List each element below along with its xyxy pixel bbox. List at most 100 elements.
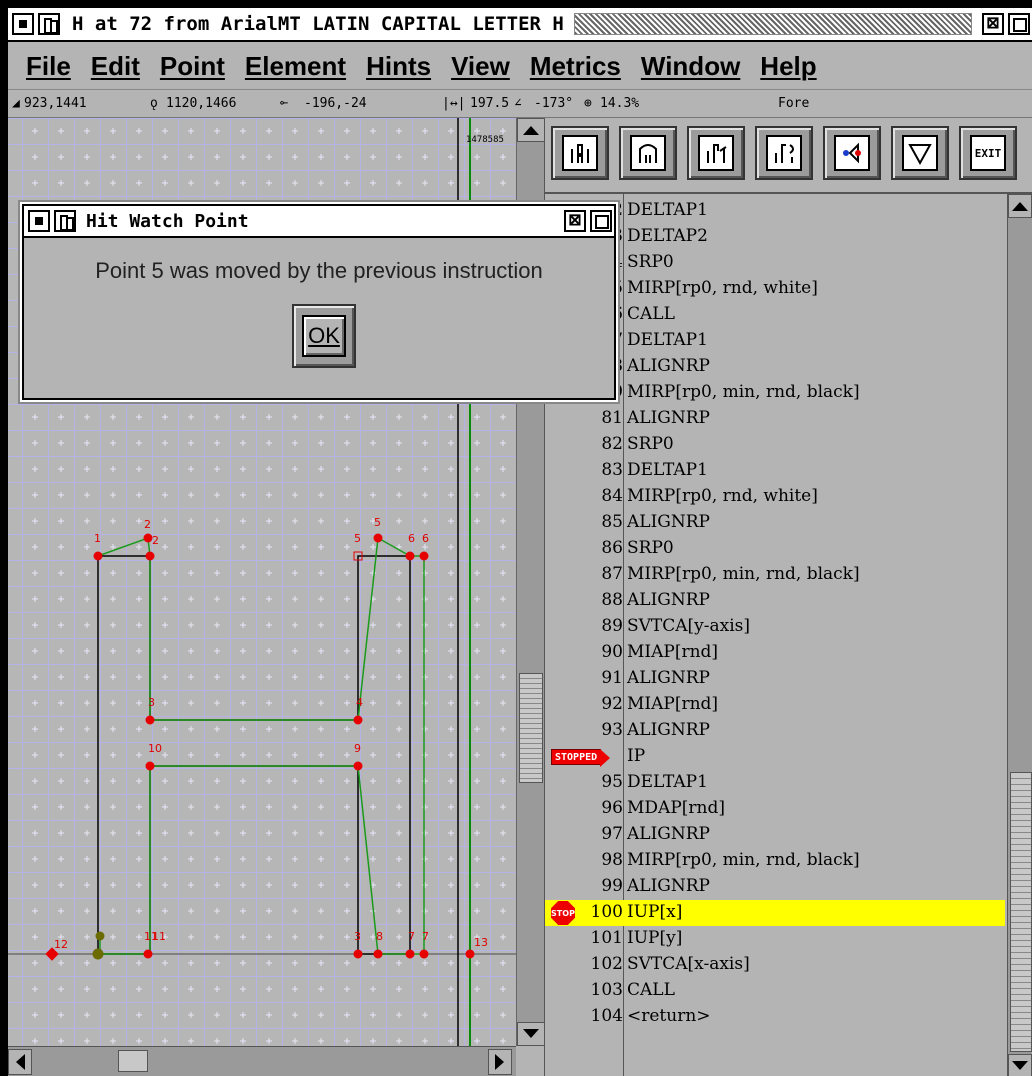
grid-plus-mark <box>422 466 428 472</box>
continue-button[interactable] <box>755 126 813 180</box>
instruction-row[interactable]: 91 ALIGNRP <box>545 666 1005 692</box>
instruction-row[interactable]: 89 SVTCA[y-axis] <box>545 614 1005 640</box>
window-menu-button[interactable] <box>12 13 34 35</box>
dialog-close-button[interactable]: ⊠ <box>564 210 586 232</box>
point-8[interactable] <box>373 949 383 959</box>
scroll-up-arrow-icon[interactable] <box>517 118 545 142</box>
point-2b[interactable] <box>145 551 155 561</box>
menu-edit[interactable]: Edit <box>91 51 140 82</box>
dialog-maximize-button[interactable] <box>590 210 612 232</box>
code-vertical-scrollbar[interactable] <box>1007 194 1032 1076</box>
instruction-row[interactable]: 99 ALIGNRP <box>545 874 1005 900</box>
dialog-title-bar[interactable]: Hit Watch Point ⊠ <box>24 206 614 238</box>
instruction-row[interactable]: 82 SRP0 <box>545 432 1005 458</box>
point-7b[interactable] <box>405 949 415 959</box>
point-5[interactable] <box>373 533 383 543</box>
dialog-menu-button[interactable] <box>28 210 50 232</box>
code-scroll-down-arrow-icon[interactable] <box>1008 1054 1032 1076</box>
point-7[interactable] <box>419 949 429 959</box>
canvas-horizontal-scrollbar[interactable] <box>8 1046 516 1076</box>
menu-bar: File Edit Point Element Hints View Metri… <box>8 44 1032 90</box>
point-6b[interactable] <box>405 551 415 561</box>
instruction-row[interactable]: 102 SVTCA[x-axis] <box>545 952 1005 978</box>
canvas-vscroll-thumb[interactable] <box>519 673 543 783</box>
instruction-row[interactable]: 103 CALL <box>545 978 1005 1004</box>
maximize-button[interactable] <box>1008 13 1030 35</box>
grid-plus-mark <box>292 180 298 186</box>
instruction-row[interactable]: 86 SRP0 <box>545 536 1005 562</box>
instruction-row[interactable]: 98 MIRP[rp0, min, rnd, black] <box>545 848 1005 874</box>
point-0b[interactable] <box>92 948 104 960</box>
grid-plus-mark <box>344 778 350 784</box>
instruction-row[interactable]: 104 <return> <box>545 1004 1005 1030</box>
instruction-row[interactable]: 87 MIRP[rp0, min, rnd, black] <box>545 562 1005 588</box>
menu-element[interactable]: Element <box>245 51 346 82</box>
point-6[interactable] <box>419 551 429 561</box>
instruction-row[interactable]: 92 MIAP[rnd] <box>545 692 1005 718</box>
close-button[interactable]: ⊠ <box>982 13 1004 35</box>
menu-view[interactable]: View <box>451 51 510 82</box>
step-out-button[interactable] <box>687 126 745 180</box>
point-4[interactable] <box>353 715 363 725</box>
grid-plus-mark <box>422 752 428 758</box>
menu-point[interactable]: Point <box>160 51 225 82</box>
instruction-row[interactable]: 85 ALIGNRP <box>545 510 1005 536</box>
step-over-button[interactable] <box>619 126 677 180</box>
grid-plus-mark <box>110 830 116 836</box>
title-bar[interactable]: H at 72 from ArialMT LATIN CAPITAL LETTE… <box>8 8 1032 42</box>
grid-plus-mark <box>292 726 298 732</box>
instruction-row[interactable]: 97 ALIGNRP <box>545 822 1005 848</box>
minimize-button[interactable] <box>38 13 60 35</box>
code-scroll-thumb[interactable] <box>1010 772 1032 1052</box>
instruction-row[interactable]: 94IPSTOPPED <box>545 744 1005 770</box>
point-3b[interactable] <box>353 949 363 959</box>
instruction-row[interactable]: 90 MIAP[rnd] <box>545 640 1005 666</box>
grid-plus-mark <box>344 934 350 940</box>
grid-plus-mark <box>370 674 376 680</box>
scroll-right-arrow-icon[interactable] <box>488 1049 512 1075</box>
point-13[interactable] <box>465 949 475 959</box>
grid-plus-mark <box>448 180 454 186</box>
point-3[interactable] <box>145 715 155 725</box>
watch-point-button[interactable] <box>823 126 881 180</box>
grid-plus-mark <box>188 986 194 992</box>
instruction-row[interactable]: 101 IUP[y] <box>545 926 1005 952</box>
grid-plus-mark <box>344 752 350 758</box>
step-into-button[interactable] <box>551 126 609 180</box>
grid-plus-mark <box>318 492 324 498</box>
point-0[interactable] <box>95 931 105 941</box>
canvas-hscroll-thumb[interactable] <box>118 1050 148 1072</box>
instruction-row[interactable]: 81 ALIGNRP <box>545 406 1005 432</box>
point-9[interactable] <box>353 761 363 771</box>
grid-plus-mark <box>188 856 194 862</box>
point-2[interactable] <box>143 533 153 543</box>
scroll-left-arrow-icon[interactable] <box>8 1049 32 1075</box>
scroll-down-arrow-icon[interactable] <box>517 1022 545 1046</box>
instruction-row[interactable]: 100 IUP[x] STOP <box>545 900 1005 926</box>
instruction-row[interactable]: 95 DELTAP1 <box>545 770 1005 796</box>
instruction-row[interactable]: 84 MIRP[rp0, rnd, white] <box>545 484 1005 510</box>
menu-file[interactable]: File <box>26 51 71 82</box>
menu-window[interactable]: Window <box>641 51 740 82</box>
menu-help[interactable]: Help <box>760 51 816 82</box>
instruction-row[interactable]: 93 ALIGNRP <box>545 718 1005 744</box>
dialog-minimize-button[interactable] <box>54 210 76 232</box>
point-1[interactable] <box>93 551 103 561</box>
instruction-row[interactable]: 83 DELTAP1 <box>545 458 1005 484</box>
menu-hints[interactable]: Hints <box>366 51 431 82</box>
instruction-row[interactable]: 96 MDAP[rnd] <box>545 796 1005 822</box>
instruction-list[interactable]: 72DELTAP173DELTAP274SRP075MIRP[rp0, rnd,… <box>545 192 1032 1076</box>
grid-plus-mark <box>110 622 116 628</box>
point-11[interactable] <box>143 949 153 959</box>
grid-plus-mark <box>500 674 506 680</box>
ok-button[interactable]: OK <box>302 315 346 357</box>
point-10[interactable] <box>145 761 155 771</box>
down-button[interactable] <box>891 126 949 180</box>
instruction-number: 88 <box>601 590 623 610</box>
title-drag-area[interactable] <box>573 13 972 35</box>
instruction-row[interactable]: 88 ALIGNRP <box>545 588 1005 614</box>
label-2: 2 <box>144 518 151 531</box>
menu-metrics[interactable]: Metrics <box>530 51 621 82</box>
exit-button[interactable]: EXIT <box>959 126 1017 180</box>
code-scroll-up-arrow-icon[interactable] <box>1008 194 1032 218</box>
